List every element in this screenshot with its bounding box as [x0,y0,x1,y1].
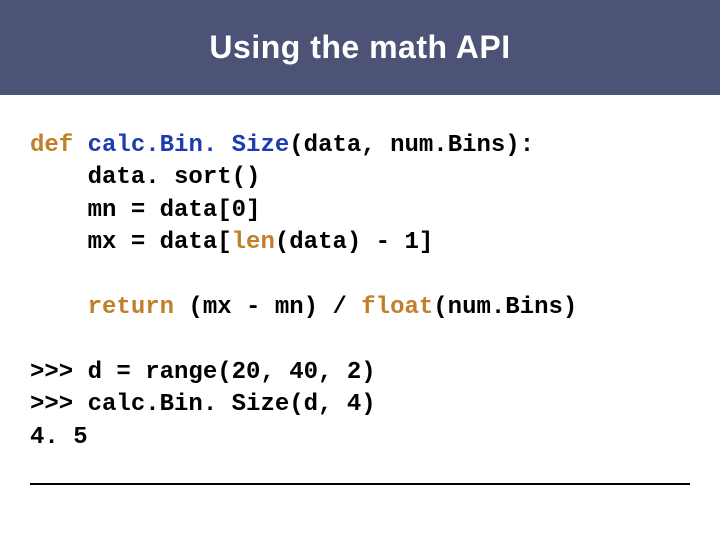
code-line: >>> d = range(20, 40, 2) [30,359,376,386]
keyword-def: def [30,132,73,159]
keyword-float: float [361,294,433,321]
keyword-return: return [88,294,174,321]
code-line: >>> calc.Bin. Size(d, 4) [30,391,376,418]
code-line: data. sort() [30,164,260,191]
code-text: (num.Bins) [433,294,577,321]
slide-title: Using the math API [209,29,510,66]
code-block: def calc.Bin. Size(data, num.Bins): data… [30,130,690,454]
code-text: (data, num.Bins): [289,132,534,159]
function-name: calc.Bin. Size [88,132,290,159]
footer-divider [30,483,690,485]
slide-title-bar: Using the math API [0,0,720,95]
code-line: 4. 5 [30,424,88,451]
code-line: mn = data[0] [30,197,260,224]
code-text: mx = data[ [30,229,232,256]
code-text: (data) - 1] [275,229,433,256]
code-text: (mx - mn) / [174,294,361,321]
slide-content: def calc.Bin. Size(data, num.Bins): data… [0,95,720,454]
code-indent [30,294,88,321]
keyword-len: len [232,229,275,256]
